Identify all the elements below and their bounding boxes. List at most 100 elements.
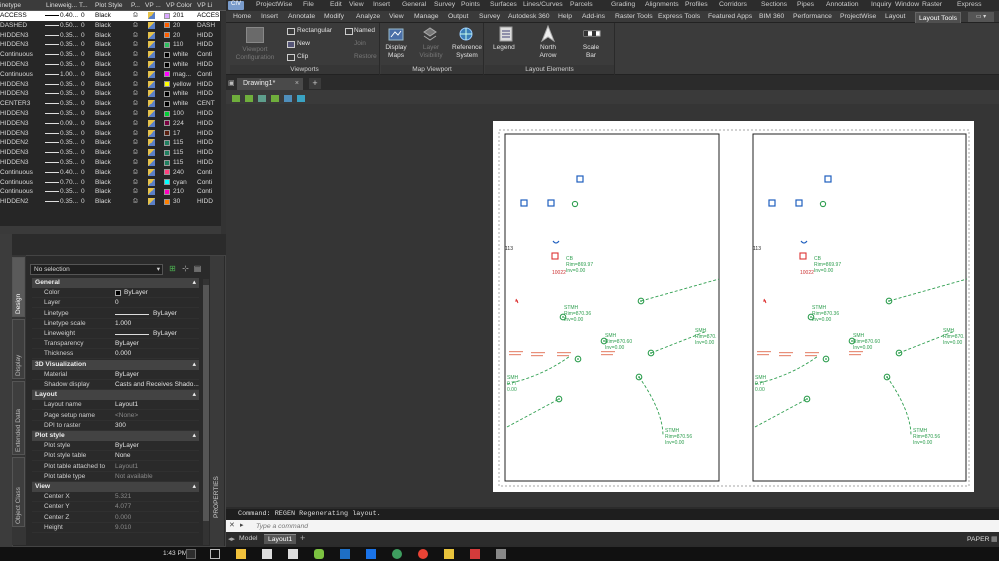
taskbar-app-icon[interactable]	[392, 549, 402, 559]
menu-points[interactable]: Points	[461, 1, 480, 8]
menu-sections[interactable]: Sections	[761, 1, 787, 8]
taskbar-app-icon[interactable]	[496, 549, 506, 559]
vp-freeze-icon[interactable]	[148, 188, 155, 196]
plot-icon[interactable]: ⎙	[133, 169, 140, 176]
layer-row[interactable]: Continuous 1.00... 0 Black ⎙ mag... Conti	[0, 70, 220, 80]
vp-color-swatch[interactable]	[164, 100, 170, 107]
property-row[interactable]: Plot table type Not available	[32, 472, 199, 482]
menu-survey[interactable]: Survey	[434, 1, 455, 8]
collapse-icon[interactable]: ▴	[192, 482, 196, 492]
layer-column-header[interactable]: Plot Style	[95, 2, 122, 9]
menu-lines-curves[interactable]: Lines/Curves	[523, 1, 563, 8]
drawing-tab[interactable]: Drawing1* ×	[237, 78, 303, 90]
plot-icon[interactable]: ⎙	[133, 32, 140, 39]
layer-tool-icon[interactable]	[271, 95, 279, 102]
tab-add-ins[interactable]: Add-ins	[582, 13, 605, 20]
menu-edit[interactable]: Edit	[330, 1, 342, 8]
tab-home[interactable]: Home	[233, 13, 251, 20]
vp-color-swatch[interactable]	[164, 41, 170, 48]
property-row[interactable]: Page setup name <None>	[32, 411, 199, 421]
new-viewport-button[interactable]: New	[297, 40, 310, 47]
paper-space-toggle[interactable]: PAPER	[967, 536, 990, 543]
tab-express-tools[interactable]: Express Tools	[658, 13, 700, 20]
tab-performance[interactable]: Performance	[793, 13, 832, 20]
vp-freeze-icon[interactable]	[148, 51, 155, 59]
menu-profiles[interactable]: Profiles	[685, 1, 708, 8]
vp-freeze-icon[interactable]	[148, 41, 155, 49]
vp-color-swatch[interactable]	[164, 61, 170, 68]
file-explorer-icon[interactable]	[236, 549, 246, 559]
property-row[interactable]: Thickness 0.000	[32, 349, 199, 360]
tab-extended-data[interactable]: Extended Data	[12, 381, 25, 455]
property-row[interactable]: Color ByLayer	[32, 288, 199, 299]
plot-icon[interactable]: ⎙	[133, 90, 140, 97]
north-arrow-button[interactable]: North Arrow	[537, 44, 559, 60]
menu-view[interactable]: View	[349, 1, 364, 8]
collapse-icon[interactable]: ▴	[192, 431, 196, 441]
collapse-icon[interactable]: ▴	[192, 360, 196, 370]
tab-output[interactable]: Output	[448, 13, 468, 20]
task-view-icon[interactable]	[210, 549, 220, 559]
layer-column-header[interactable]: P...	[131, 2, 140, 9]
vp-freeze-icon[interactable]	[148, 178, 155, 186]
plot-icon[interactable]: ⎙	[133, 149, 140, 156]
plot-icon[interactable]: ⎙	[133, 188, 140, 195]
layer-row[interactable]: Continuous 0.40... 0 Black ⎙ 240 Conti	[0, 168, 220, 178]
layer-row[interactable]: CENTER3 0.35... 0 Black ⎙ white CENT	[0, 99, 220, 109]
tab-manage[interactable]: Manage	[414, 13, 439, 20]
vp-freeze-icon[interactable]	[148, 139, 155, 147]
tab-layout1[interactable]: Layout1	[264, 534, 297, 544]
menu-window[interactable]: Window	[895, 1, 919, 8]
tab-survey[interactable]: Survey	[479, 13, 500, 20]
taskbar-app-icon[interactable]	[262, 549, 272, 559]
menu-alignments[interactable]: Alignments	[645, 1, 679, 8]
select-objects-icon[interactable]: ⊹	[181, 264, 190, 274]
taskbar-app-icon[interactable]	[314, 549, 324, 559]
vp-color-swatch[interactable]	[164, 51, 170, 58]
layer-row[interactable]: HIDDEN3 0.09... 0 Black ⎙ 224 HIDD	[0, 119, 220, 129]
quick-select-icon[interactable]: ⊞	[168, 264, 177, 274]
vp-freeze-icon[interactable]	[148, 80, 155, 88]
tab-nav-icon[interactable]: ◂▸	[228, 535, 235, 543]
vp-color-swatch[interactable]	[164, 12, 170, 19]
layer-row[interactable]: Continuous 0.70... 0 Black ⎙ cyan Conti	[0, 178, 220, 188]
property-row[interactable]: Material ByLayer	[32, 370, 199, 380]
chrome-icon[interactable]	[418, 549, 428, 559]
vp-color-swatch[interactable]	[164, 159, 170, 166]
layer-row[interactable]: HIDDEN2 0.35... 0 Black ⎙ 30 HIDD	[0, 197, 220, 207]
close-icon[interactable]: ×	[295, 78, 299, 90]
vp-color-swatch[interactable]	[164, 32, 170, 39]
layer-row[interactable]: HIDDEN3 0.35... 0 Black ⎙ yellow HIDD	[0, 80, 220, 90]
property-row[interactable]: Transparency ByLayer	[32, 339, 199, 350]
menu-express[interactable]: Express	[957, 1, 982, 8]
vp-freeze-icon[interactable]	[148, 70, 155, 78]
tab-raster-tools[interactable]: Raster Tools	[615, 13, 653, 20]
outlook-icon[interactable]	[340, 549, 350, 559]
app-menu-icon[interactable]: CIV	[228, 1, 244, 10]
plot-icon[interactable]: ⎙	[133, 159, 140, 166]
layer-row[interactable]: HIDDEN3 0.35... 0 Black ⎙ white HIDD	[0, 60, 220, 70]
vp-freeze-icon[interactable]	[148, 198, 155, 206]
plot-icon[interactable]: ⎙	[133, 61, 140, 68]
restore-button[interactable]: Restore	[354, 53, 377, 60]
plot-icon[interactable]: ⎙	[133, 120, 140, 127]
vp-freeze-icon[interactable]	[148, 129, 155, 137]
tab-help[interactable]: Help	[558, 13, 572, 20]
vp-freeze-icon[interactable]	[148, 110, 155, 117]
tab-display[interactable]: Display	[12, 319, 25, 379]
display-maps-button[interactable]: Display Maps	[383, 44, 409, 60]
vp-freeze-icon[interactable]	[148, 168, 155, 176]
taskbar-app-icon[interactable]	[366, 549, 376, 559]
collapse-icon[interactable]: ▴	[192, 390, 196, 400]
section-plot-style[interactable]: Plot style ▴	[32, 431, 199, 441]
menu-annotation[interactable]: Annotation	[826, 1, 859, 8]
start-tab-icon[interactable]: ▣	[228, 79, 235, 87]
menu-projectwise[interactable]: ProjectWise	[256, 1, 292, 8]
property-row[interactable]: Lineweight ByLayer	[32, 329, 199, 339]
property-row[interactable]: Plot table attached to Layout1	[32, 462, 199, 472]
selection-dropdown[interactable]: No selection ▾	[30, 264, 163, 275]
vp-color-swatch[interactable]	[164, 81, 170, 88]
menu-insert[interactable]: Insert	[373, 1, 390, 8]
property-row[interactable]: Center Y 4.077	[32, 502, 199, 513]
menu-inquiry[interactable]: Inquiry	[871, 1, 891, 8]
